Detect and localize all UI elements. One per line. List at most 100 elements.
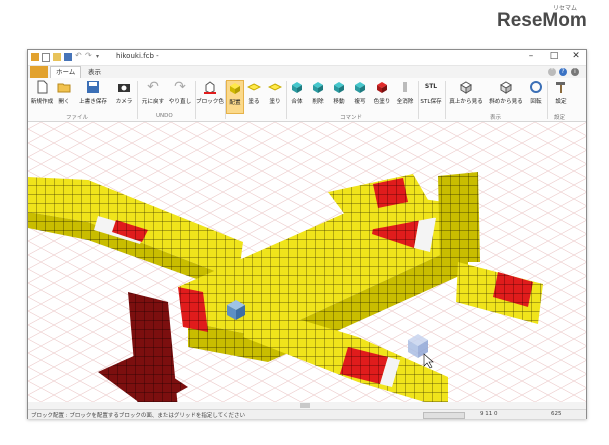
resemom-logo: ReseMom リセマム <box>497 6 587 32</box>
rotate-icon <box>530 81 542 93</box>
ribbon: 新規作成 開く 上書き保存 カメラ ファイル ↶ 元に戻す ↷ やり直し UND… <box>28 78 586 122</box>
remove-button[interactable]: 削除 <box>309 80 327 112</box>
tab-view[interactable]: 表示 <box>83 67 106 78</box>
maximize-button[interactable]: □ <box>547 51 561 61</box>
tail-fin <box>438 172 480 262</box>
ribbon-tabs: ホーム 表示 ˄ ? i <box>28 66 586 78</box>
separator <box>547 81 548 119</box>
undo-icon[interactable]: ↶ <box>75 51 83 60</box>
group-settings-label: 設定 <box>554 115 566 121</box>
file-menu-tab[interactable] <box>30 66 48 78</box>
color-all-icon <box>377 82 387 93</box>
separator <box>445 81 446 119</box>
camera-icon <box>118 84 130 92</box>
folder-open-icon <box>57 83 71 93</box>
open-button[interactable]: 開く <box>56 80 72 112</box>
settings-button[interactable]: 設定 <box>550 80 572 112</box>
separator <box>286 81 287 119</box>
fill-button[interactable]: 塗り <box>266 80 284 112</box>
redo-icon[interactable]: ↷ <box>85 51 93 60</box>
rotate-label: 回転 <box>530 99 542 105</box>
remove-label: 削除 <box>312 99 324 105</box>
settings-label: 設定 <box>555 99 567 105</box>
undo-arrow-icon: ↶ <box>147 79 159 95</box>
copy-label: 複写 <box>354 99 366 105</box>
window-title: hikouki.fcb - <box>116 52 159 60</box>
group-file-label: ファイル <box>66 115 89 121</box>
tab-home[interactable]: ホーム <box>50 66 82 78</box>
horizontal-scrollbar[interactable] <box>28 402 586 409</box>
separator <box>137 81 138 119</box>
block-color-label: ブロック色 <box>196 99 224 105</box>
place-button[interactable]: 配置 <box>226 80 244 114</box>
cube-side-icon <box>500 81 512 94</box>
color-all-label: 色塗り <box>373 99 391 105</box>
new-document-icon <box>37 80 48 94</box>
hammer-icon <box>556 82 565 93</box>
save-button[interactable]: 上書き保存 <box>76 80 110 112</box>
save-disk-icon <box>87 81 99 93</box>
color-all-button[interactable]: 色塗り <box>372 80 392 112</box>
ribbon-collapse-icon[interactable]: ˄ <box>548 68 556 76</box>
group-undo-label: UNDO <box>156 113 173 119</box>
info-icon[interactable]: i <box>571 68 579 76</box>
move-button[interactable]: 移動 <box>330 80 348 112</box>
save-label: 上書き保存 <box>79 99 107 105</box>
camera-button[interactable]: カメラ <box>113 80 135 112</box>
block-canvas[interactable] <box>28 122 586 409</box>
view-top-button[interactable]: 真上から見る <box>447 80 485 112</box>
stl-icon: STL <box>424 83 438 90</box>
camera-label: カメラ <box>115 99 133 105</box>
voxel-airplane[interactable] <box>28 122 586 409</box>
open-label: 開く <box>58 99 70 105</box>
redo-label: やり直し <box>168 99 192 105</box>
stl-save-label: STL保存 <box>420 99 442 105</box>
view-top-label: 真上から見る <box>449 99 483 105</box>
delete-all-icon <box>403 82 407 92</box>
status-zoom: 625 <box>551 411 562 417</box>
undo-label: 元に戻す <box>141 99 165 105</box>
qa-menu-icon[interactable]: ▾ <box>96 53 104 61</box>
close-button[interactable]: ✕ <box>569 51 583 61</box>
block-color-button[interactable]: ブロック色 <box>196 80 224 112</box>
redo-button[interactable]: ↷ やり直し <box>167 80 193 112</box>
stl-save-button[interactable]: STL STL保存 <box>419 80 443 112</box>
save-icon[interactable] <box>64 53 72 61</box>
scrollbar-thumb[interactable] <box>300 403 310 408</box>
merge-button[interactable]: 合体 <box>288 80 306 112</box>
group-display-label: 表示 <box>490 115 502 121</box>
view-side-label: 斜めから見る <box>489 99 523 105</box>
place-block-icon <box>230 83 240 94</box>
help-icon[interactable]: ? <box>559 68 567 76</box>
undo-button[interactable]: ↶ 元に戻す <box>140 80 166 112</box>
delete-all-button[interactable]: 全消除 <box>394 80 416 112</box>
paint-label: 塗る <box>248 99 260 105</box>
fill-label: 塗り <box>269 99 281 105</box>
logo-ruby: リセマム <box>553 6 578 12</box>
app-window: ↶ ↷ ▾ hikouki.fcb - – □ ✕ ホーム 表示 ˄ ? i 新… <box>27 49 587 419</box>
minimize-button[interactable]: – <box>524 51 538 61</box>
copy-button[interactable]: 複写 <box>351 80 369 112</box>
redo-arrow-icon: ↷ <box>174 79 186 95</box>
rotate-button[interactable]: 回転 <box>527 80 545 112</box>
move-label: 移動 <box>333 99 345 105</box>
paint-button[interactable]: 塗る <box>245 80 263 112</box>
merge-icon <box>292 82 302 93</box>
status-coordinates: 9 11 0 <box>480 411 498 417</box>
delete-all-label: 全消除 <box>396 99 414 105</box>
app-icon <box>31 53 39 61</box>
new-file-button[interactable]: 新規作成 <box>30 80 54 112</box>
move-icon <box>334 82 344 93</box>
status-progress <box>423 412 465 419</box>
status-bar: ブロック配置 : ブロックを配置するブロックの面、またはグリッドを指定してくださ… <box>28 409 586 419</box>
folder-icon[interactable] <box>53 53 61 61</box>
fill-block-icon <box>268 83 282 91</box>
status-message: ブロック配置 : ブロックを配置するブロックの面、またはグリッドを指定してくださ… <box>31 413 246 419</box>
block-outline-icon <box>204 81 216 94</box>
new-file-label: 新規作成 <box>30 99 54 105</box>
copy-icon <box>355 82 365 93</box>
title-bar: ↶ ↷ ▾ hikouki.fcb - – □ ✕ <box>28 50 586 66</box>
remove-icon <box>313 82 323 93</box>
view-side-button[interactable]: 斜めから見る <box>487 80 525 112</box>
new-doc-icon[interactable] <box>42 53 50 62</box>
